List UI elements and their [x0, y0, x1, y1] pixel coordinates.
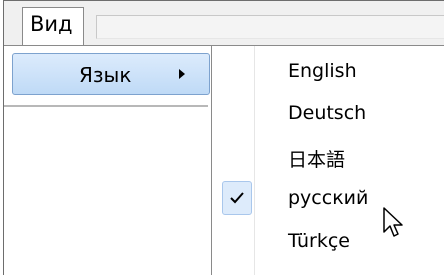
- menu-item-language-label: Язык: [79, 63, 132, 87]
- language-label: русский: [288, 187, 369, 209]
- language-label: 日本語: [288, 149, 346, 171]
- language-label: Türkçe: [288, 230, 350, 252]
- app-window: Вид Язык English Deutsch 日本語 русский Tür…: [0, 0, 444, 275]
- language-item-english[interactable]: English: [214, 52, 442, 92]
- language-label: English: [288, 60, 357, 82]
- view-menu-dropdown: Язык: [4, 46, 212, 275]
- language-submenu: English Deutsch 日本語 русский Türkçe: [212, 46, 444, 275]
- menu-bar-strip: [96, 15, 444, 39]
- language-label: Deutsch: [288, 102, 367, 124]
- content-divider: [4, 105, 208, 107]
- menu-item-language[interactable]: Язык: [12, 53, 210, 95]
- language-item-turkish[interactable]: Türkçe: [214, 222, 442, 262]
- mouse-pointer-icon: [383, 207, 403, 237]
- language-item-russian[interactable]: русский: [214, 179, 442, 219]
- checkmark-icon: [222, 181, 252, 215]
- language-item-japanese[interactable]: 日本語: [214, 137, 442, 177]
- language-item-deutsch[interactable]: Deutsch: [214, 94, 442, 134]
- menu-bar: Вид: [4, 1, 444, 47]
- menu-view[interactable]: Вид: [22, 7, 84, 47]
- chevron-right-icon: [179, 69, 185, 79]
